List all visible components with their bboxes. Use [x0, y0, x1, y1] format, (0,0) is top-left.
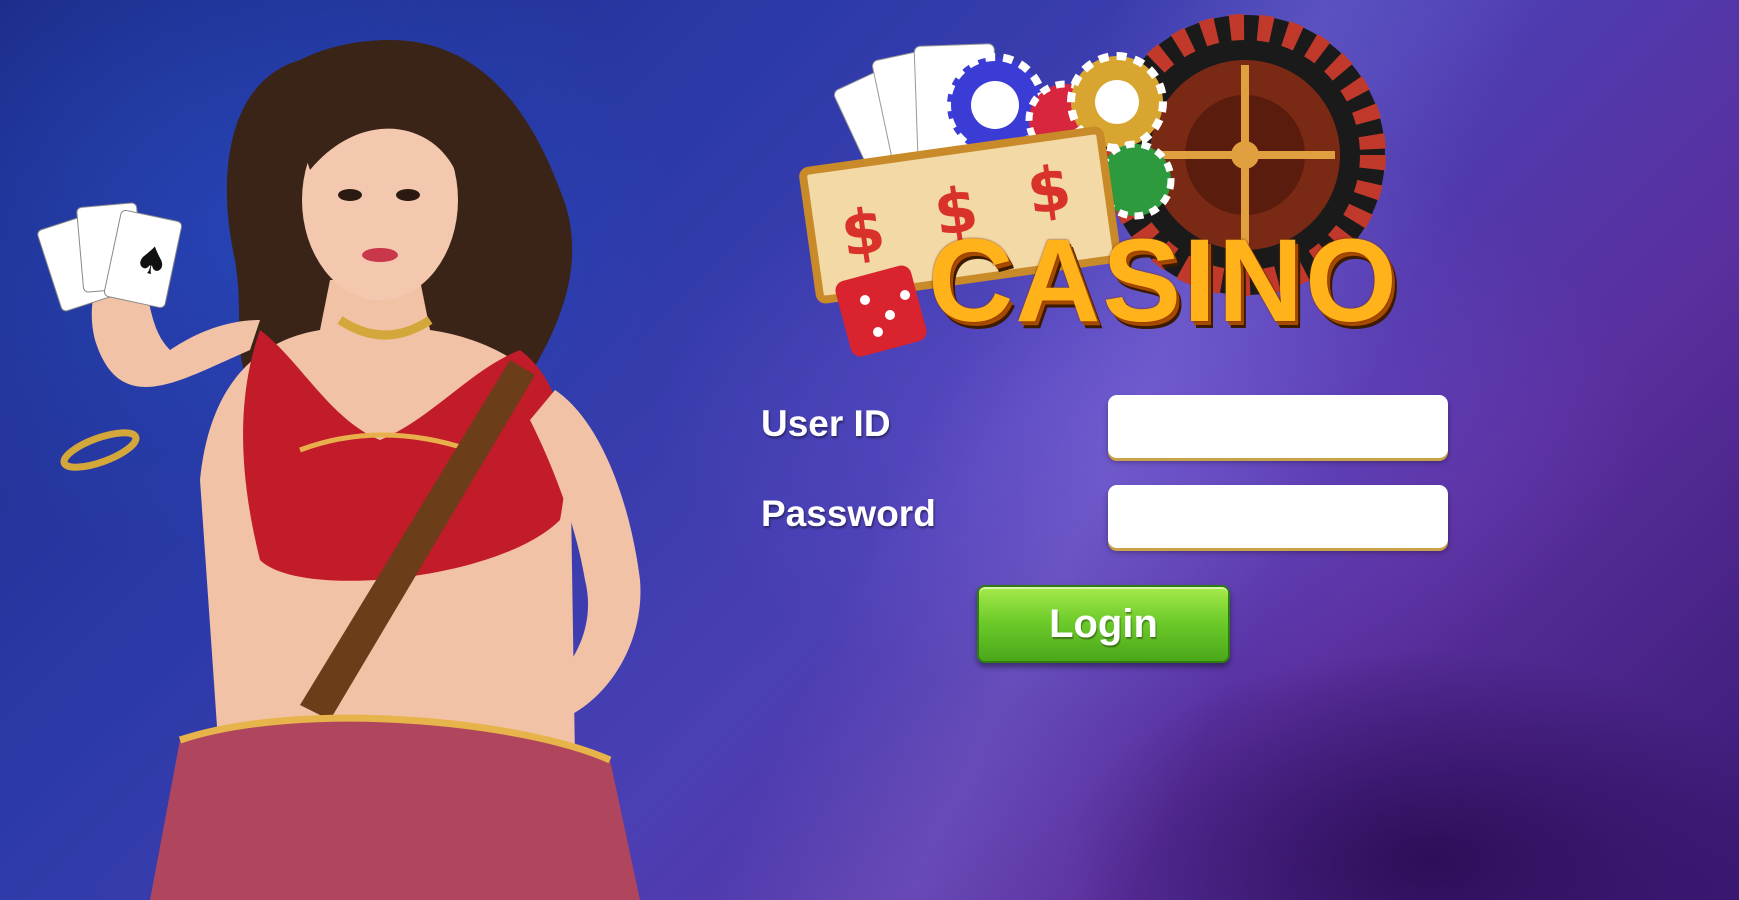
hero-character-illustration: ♠: [37, 40, 641, 900]
user-id-input[interactable]: [1108, 395, 1448, 458]
casino-logo-text: CASINO: [928, 215, 1399, 347]
password-label: Password: [761, 493, 936, 534]
user-id-label: User ID: [761, 403, 891, 444]
password-input[interactable]: [1108, 485, 1448, 548]
login-button[interactable]: Login: [977, 585, 1230, 663]
